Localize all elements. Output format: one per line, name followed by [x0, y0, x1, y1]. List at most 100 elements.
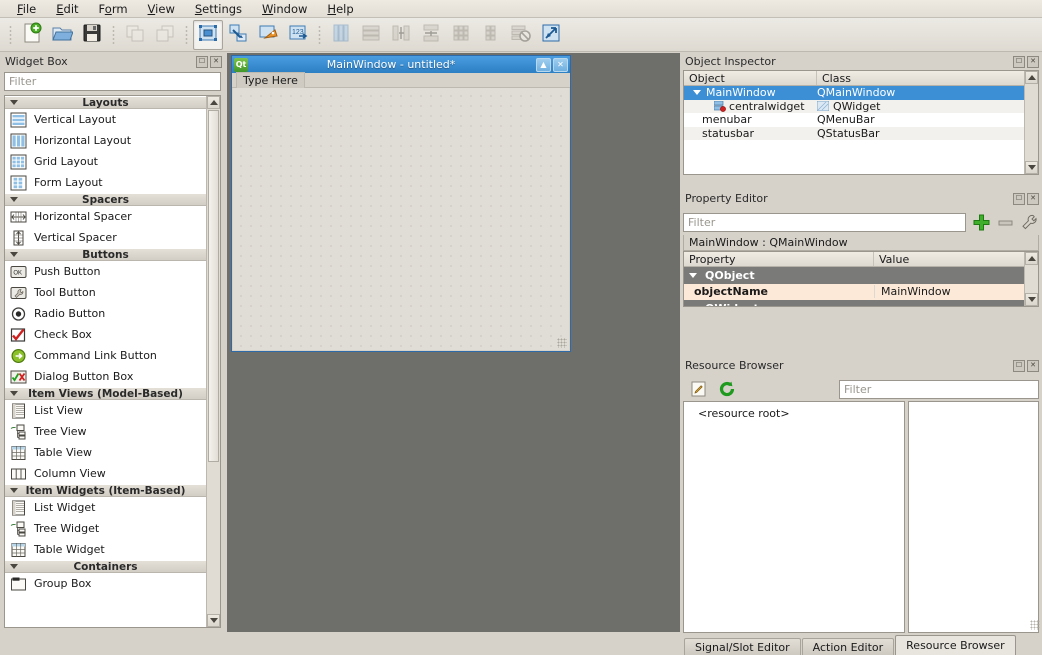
form-window: Qt MainWindow - untitled* ▲ ✕ Type Here: [231, 55, 571, 352]
menu-settings[interactable]: Settings: [186, 0, 251, 18]
open-form-button[interactable]: [47, 20, 77, 50]
chevron-down-icon[interactable]: [693, 90, 701, 95]
widget-box-item[interactable]: Group Box: [5, 573, 206, 594]
property-editor-filter-input[interactable]: Filter: [683, 213, 966, 232]
widget-box-item[interactable]: List Widget: [5, 497, 206, 518]
widget-box-item-label: Form Layout: [34, 176, 103, 189]
close-icon[interactable]: ✕: [210, 56, 222, 68]
object-inspector-tree[interactable]: Object Class MainWindowQMainWindowcentra…: [683, 70, 1039, 175]
widget-box-item[interactable]: Column View: [5, 463, 206, 484]
adjust-size-button[interactable]: [536, 20, 566, 50]
widget-box-section-spacers[interactable]: Spacers: [5, 193, 206, 206]
bottom-tab-action-editor[interactable]: Action Editor: [802, 638, 895, 655]
object-inspector-scrollbar[interactable]: [1024, 71, 1038, 174]
widget-box-section-item-widgets-item-based[interactable]: Item Widgets (Item-Based): [5, 484, 206, 497]
vertical-spacer-icon: [10, 230, 27, 246]
widget-box-item[interactable]: Form Layout: [5, 172, 206, 193]
close-icon[interactable]: ✕: [1027, 360, 1039, 372]
property-row[interactable]: QObject: [684, 267, 1024, 284]
widget-box-section-containers[interactable]: Containers: [5, 560, 206, 573]
edit-buddies-icon: [257, 22, 279, 47]
float-icon[interactable]: ☐: [1013, 56, 1025, 68]
scroll-down-arrow-icon[interactable]: [1025, 161, 1038, 174]
close-icon[interactable]: ✕: [1027, 56, 1039, 68]
menu-view[interactable]: View: [139, 0, 184, 18]
close-icon[interactable]: ✕: [553, 58, 568, 72]
table-view-icon: [10, 445, 27, 461]
new-form-button[interactable]: [17, 20, 47, 50]
menu-help[interactable]: Help: [318, 0, 362, 18]
menu-window[interactable]: Window: [253, 0, 316, 18]
widget-box-item[interactable]: Check Box: [5, 324, 206, 345]
widget-box-item[interactable]: Horizontal Layout: [5, 130, 206, 151]
widget-box-item[interactable]: Tree View: [5, 421, 206, 442]
widget-box-section-item-views-model-based[interactable]: Item Views (Model-Based): [5, 387, 206, 400]
widget-box-item[interactable]: Table Widget: [5, 539, 206, 560]
property-value[interactable]: MainWindow: [874, 285, 1024, 298]
widget-box-item[interactable]: Vertical Layout: [5, 109, 206, 130]
remove-minus-icon[interactable]: [997, 214, 1014, 231]
float-icon[interactable]: ☐: [1013, 360, 1025, 372]
widget-box-item[interactable]: Radio Button: [5, 303, 206, 324]
maximize-icon[interactable]: ▲: [536, 58, 551, 72]
object-inspector-row[interactable]: MainWindowQMainWindow: [684, 86, 1024, 100]
save-form-button[interactable]: [77, 20, 107, 50]
add-plus-icon[interactable]: [972, 213, 991, 232]
widget-box-item[interactable]: Dialog Button Box: [5, 366, 206, 387]
property-row[interactable]: QWidget: [684, 300, 1024, 306]
form-menubar[interactable]: Type Here: [232, 73, 570, 88]
scroll-down-arrow-icon[interactable]: [207, 614, 220, 627]
resource-tree-pane[interactable]: <resource root>: [683, 401, 905, 633]
object-inspector-row[interactable]: statusbarQStatusBar: [684, 127, 1024, 141]
layout-splitter-h-button: [386, 20, 416, 50]
resource-preview-pane[interactable]: [908, 401, 1039, 633]
scroll-down-arrow-icon[interactable]: [1025, 293, 1038, 306]
widget-box-section-layouts[interactable]: Layouts: [5, 96, 206, 109]
menu-edit[interactable]: Edit: [47, 0, 87, 18]
chevron-down-icon[interactable]: [689, 273, 697, 278]
property-editor-table[interactable]: Property Value QObjectobjectNameMainWind…: [683, 251, 1039, 307]
toolbar-separator: [109, 23, 118, 47]
widget-box-item[interactable]: Horizontal Spacer: [5, 206, 206, 227]
property-row[interactable]: objectNameMainWindow: [684, 284, 1024, 301]
widget-box-filter-input[interactable]: Filter: [4, 72, 221, 91]
widget-box-scrollbar[interactable]: [206, 96, 220, 627]
resource-browser-filter-input[interactable]: Filter: [839, 380, 1039, 399]
float-icon[interactable]: ☐: [196, 56, 208, 68]
scrollbar-thumb[interactable]: [208, 110, 219, 462]
widget-box-item[interactable]: Command Link Button: [5, 345, 206, 366]
widget-box-item[interactable]: Tool Button: [5, 282, 206, 303]
edit-tab-order-button[interactable]: 123: [283, 20, 313, 50]
object-inspector-row[interactable]: menubarQMenuBar: [684, 113, 1024, 127]
bottom-tab-resource-browser[interactable]: Resource Browser: [895, 635, 1016, 655]
scroll-up-arrow-icon[interactable]: [1025, 252, 1038, 265]
wrench-icon[interactable]: [1020, 213, 1039, 232]
reload-icon[interactable]: [716, 380, 737, 399]
widget-box-item[interactable]: Table View: [5, 442, 206, 463]
menu-file[interactable]: File: [8, 0, 45, 18]
edit-buddies-button[interactable]: [253, 20, 283, 50]
widget-box-item[interactable]: List View: [5, 400, 206, 421]
form-window-titlebar[interactable]: Qt MainWindow - untitled* ▲ ✕: [232, 56, 570, 73]
type-here-placeholder[interactable]: Type Here: [236, 72, 305, 89]
bottom-tab-signal-slot-editor[interactable]: Signal/Slot Editor: [684, 638, 801, 655]
edit-pencil-icon[interactable]: [688, 380, 709, 399]
widget-box-item[interactable]: Grid Layout: [5, 151, 206, 172]
edit-widgets-button[interactable]: [193, 20, 223, 50]
property-editor-scrollbar[interactable]: [1024, 252, 1038, 306]
menu-form[interactable]: Form: [90, 0, 137, 18]
widget-box-section-buttons[interactable]: Buttons: [5, 248, 206, 261]
widget-box-item[interactable]: Vertical Spacer: [5, 227, 206, 248]
resize-grip[interactable]: [557, 338, 567, 348]
break-layout-icon: [510, 22, 532, 47]
close-icon[interactable]: ✕: [1027, 193, 1039, 205]
scroll-up-arrow-icon[interactable]: [207, 96, 220, 109]
edit-signals-button[interactable]: [223, 20, 253, 50]
widget-box-item[interactable]: OKPush Button: [5, 261, 206, 282]
widget-box-item[interactable]: Tree Widget: [5, 518, 206, 539]
form-canvas[interactable]: [233, 88, 569, 350]
scroll-up-arrow-icon[interactable]: [1025, 71, 1038, 84]
object-inspector-row[interactable]: centralwidgetQWidget: [684, 100, 1024, 114]
window-resize-grip[interactable]: [1030, 620, 1040, 630]
float-icon[interactable]: ☐: [1013, 193, 1025, 205]
